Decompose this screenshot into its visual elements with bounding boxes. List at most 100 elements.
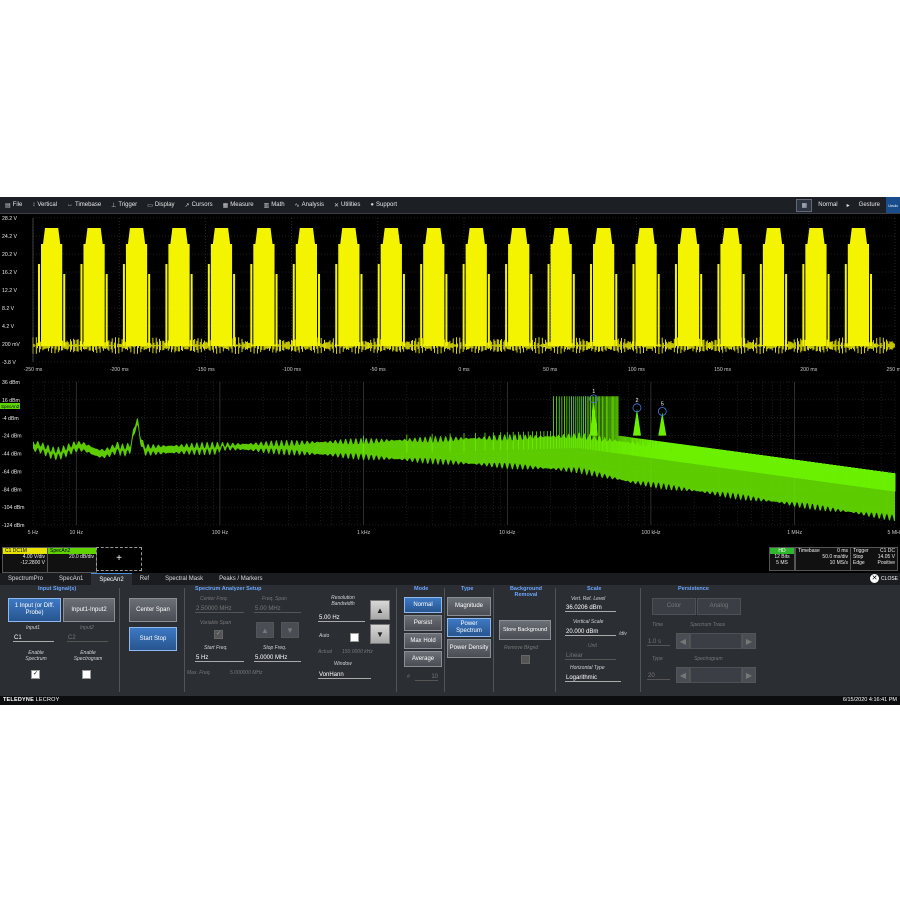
type-power-density-button[interactable]: Power Density <box>447 639 491 658</box>
persistence-type-field[interactable]: 20 <box>647 673 670 680</box>
gesture-button[interactable]: Gesture <box>856 202 883 208</box>
mode-average-button[interactable]: Average <box>404 651 442 667</box>
specan2-descriptor[interactable]: SpecAn2 20.0 dB/div <box>47 547 97 573</box>
vertical-scale-field[interactable]: 20.000 dBm <box>565 629 616 636</box>
window-select[interactable]: VonHann <box>318 672 371 679</box>
time-trace-burst <box>632 228 660 346</box>
persistence-analog-button[interactable]: Analog <box>697 598 741 615</box>
dropdown-arrow-icon[interactable]: ▸ <box>844 202 853 209</box>
unit-select[interactable]: Linear <box>565 653 616 660</box>
tab-spectral-mask[interactable]: Spectral Mask <box>157 573 211 585</box>
channel-c1-descriptor[interactable]: C1 DC1M 4.00 V/div -12.2800 V <box>2 547 48 573</box>
menu-file[interactable]: ▤ File <box>0 202 27 209</box>
spectrum-y-tick-label: -44 dBm <box>2 452 22 458</box>
acquisition-mode[interactable]: Normal <box>815 202 840 208</box>
single-input-button[interactable]: 1 Input (or Diff. Probe) <box>8 598 61 622</box>
menu-vertical[interactable]: ↕ Vertical <box>27 202 62 208</box>
time-trace-burst <box>590 228 618 346</box>
close-button[interactable]: ✕ CLOSE <box>870 574 898 583</box>
tab-spectrumpro[interactable]: SpectrumPro <box>0 573 51 585</box>
span-up-button[interactable]: ▲ <box>256 622 274 638</box>
menu-math[interactable]: ▥ Math <box>259 202 290 209</box>
mode-normal-button[interactable]: Normal <box>404 597 442 613</box>
enable-spectrogram-checkbox[interactable] <box>82 670 91 679</box>
rbw-down-button[interactable]: ▼ <box>370 624 390 644</box>
start-freq-field[interactable]: 5 Hz <box>195 655 244 662</box>
horizontal-type-select[interactable]: Logarithmic <box>565 675 621 682</box>
spectrogram-right-button[interactable]: ▶ <box>742 667 756 683</box>
close-icon[interactable]: ✕ <box>870 574 880 583</box>
store-background-button[interactable]: Store Background <box>499 620 551 640</box>
type-power-spectrum-button[interactable]: Power Spectrum <box>447 618 491 637</box>
display-mode-icon[interactable]: ▦ <box>796 198 813 212</box>
center-span-label: Center Span <box>136 606 170 613</box>
trace-left-button[interactable]: ◀ <box>676 633 690 649</box>
input-section-title: Input Signal(s) <box>38 586 77 592</box>
window-label: Window <box>334 661 352 667</box>
rbw-field[interactable]: 5.00 Hz <box>318 615 365 622</box>
persistence-time-label: Time <box>652 622 664 628</box>
undo-button[interactable]: Undo <box>886 197 900 213</box>
add-trace-button[interactable]: + <box>96 547 142 571</box>
c1-offset: -12.2800 V <box>20 560 45 566</box>
timebase-descriptor[interactable]: Timebase 0 ms 50.0 ms/div 10 MS/s <box>795 547 851 571</box>
type-magnitude-button[interactable]: Magnitude <box>447 597 491 616</box>
timebase-rate: 10 MS/s <box>829 560 848 566</box>
hd-descriptor[interactable]: HD 12 Bits 5 MS <box>769 547 795 571</box>
start-stop-button[interactable]: Start Stop <box>129 627 177 651</box>
persistence-color-button[interactable]: Color <box>652 598 696 615</box>
time-y-tick-label: 20.2 V <box>2 252 18 258</box>
enable-spectrum-checkbox[interactable]: ✓ <box>31 670 40 679</box>
menu-analysis[interactable]: ∿ Analysis <box>290 202 329 209</box>
menu-utilities[interactable]: ✕ Utilities <box>329 202 365 209</box>
tab-specan2[interactable]: SpecAn2 <box>91 573 132 586</box>
tab-specan1[interactable]: SpecAn1 <box>51 573 91 585</box>
persistence-type-label: Type <box>652 656 663 662</box>
average-count-field[interactable]: 10 <box>415 674 438 681</box>
vertical-scale-label: Vertical Scale <box>573 619 604 625</box>
input2-select[interactable]: C2 <box>67 635 108 642</box>
spectrum-trace-slider[interactable] <box>690 633 742 649</box>
trace-right-button[interactable]: ▶ <box>742 633 756 649</box>
spectrum-y-tick-label: -24 dBm <box>2 434 22 440</box>
diff-input-button[interactable]: Input1-Input2 <box>63 598 115 622</box>
menu-display[interactable]: ▭ Display <box>142 202 179 209</box>
mode-max-hold-button[interactable]: Max Hold <box>404 633 442 649</box>
mode-persist-button[interactable]: Persist <box>404 615 442 631</box>
max-freq-value: 5.000000 MHz <box>230 670 263 676</box>
input1-select[interactable]: C1 <box>13 635 54 642</box>
time-trace-burst <box>335 228 363 346</box>
tab-peaks-markers[interactable]: Peaks / Markers <box>211 573 270 585</box>
trigger-descriptor[interactable]: Trigger C1 DC Stop 14.05 V Edge Positive <box>850 547 898 571</box>
time-x-tick-label: -200 ms <box>110 367 129 373</box>
stop-freq-field[interactable]: 5.0000 MHz <box>254 655 301 662</box>
center-span-button[interactable]: Center Span <box>129 598 177 622</box>
peak-marker[interactable]: 2 <box>632 398 642 436</box>
spectrogram-left-button[interactable]: ◀ <box>676 667 690 683</box>
time-x-tick-label: 50 ms <box>543 367 558 373</box>
remove-bkgnd-checkbox[interactable] <box>521 655 530 664</box>
variable-span-checkbox[interactable]: ✓ <box>214 630 223 639</box>
menu-support[interactable]: ● Support <box>365 202 402 208</box>
time-y-tick-label: 8.2 V <box>2 306 15 312</box>
time-trace-burst <box>122 228 151 346</box>
persistence-time-field[interactable]: 1.0 s <box>647 639 670 646</box>
auto-checkbox[interactable] <box>350 633 359 642</box>
span-down-button[interactable]: ▼ <box>281 622 299 638</box>
peak-marker[interactable]: 5 <box>657 401 667 436</box>
divider <box>396 588 397 692</box>
tab-ref[interactable]: Ref <box>132 573 157 585</box>
menu-measure[interactable]: ▦ Measure <box>218 202 259 209</box>
ref-level-field[interactable]: 36.0206 dBm <box>565 605 616 612</box>
time-x-tick-label: 200 ms <box>800 367 817 373</box>
spectrogram-slider[interactable] <box>690 667 742 683</box>
freq-span-field[interactable]: 5.00 MHz <box>254 606 301 613</box>
rbw-up-button[interactable]: ▲ <box>370 600 390 620</box>
menu-cursors[interactable]: ↗ Cursors <box>180 202 218 209</box>
center-freq-field[interactable]: 2.50000 MHz <box>195 606 244 613</box>
time-trace-burst <box>844 228 873 346</box>
menu-right-controls: ▦ Normal ▸ Gesture Undo <box>796 197 900 213</box>
time-x-tick-label: -100 ms <box>282 367 301 373</box>
menu-trigger[interactable]: ⊥ Trigger <box>106 202 142 209</box>
menu-timebase[interactable]: ↔ Timebase <box>62 202 106 208</box>
